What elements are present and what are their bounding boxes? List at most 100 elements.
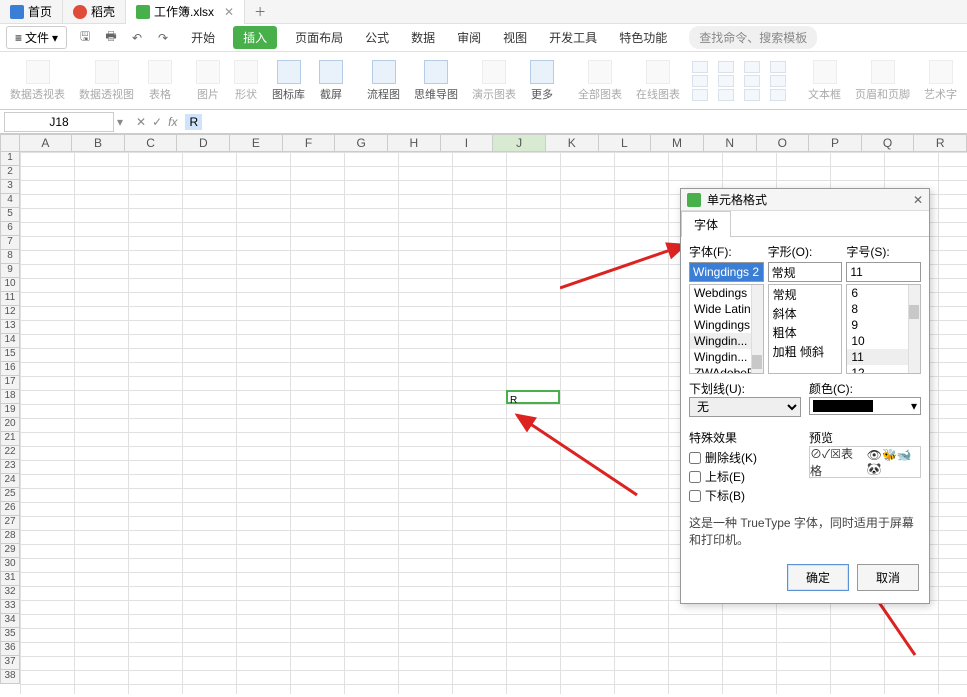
rib-flowchart[interactable]: 流程图	[361, 60, 406, 102]
rib-header-footer[interactable]: 页眉和页脚	[849, 60, 916, 102]
row-header-9[interactable]: 9	[0, 264, 20, 278]
cancel-button[interactable]: 取消	[857, 564, 919, 591]
rib-textbox[interactable]: 文本框	[802, 60, 847, 102]
col-header-I[interactable]: I	[441, 134, 494, 152]
rib-picture[interactable]: 图片	[190, 60, 226, 102]
row-header-30[interactable]: 30	[0, 558, 20, 572]
cancel-entry-icon[interactable]: ✕	[136, 115, 146, 129]
row-header-29[interactable]: 29	[0, 544, 20, 558]
row-header-17[interactable]: 17	[0, 376, 20, 390]
row-header-2[interactable]: 2	[0, 166, 20, 180]
redo-icon[interactable]: ↷	[155, 30, 171, 46]
size-listbox[interactable]: 6 8 9 10 11 12	[846, 284, 921, 374]
row-header-10[interactable]: 10	[0, 278, 20, 292]
row-header-18[interactable]: 18	[0, 390, 20, 404]
col-header-B[interactable]: B	[72, 134, 125, 152]
dialog-close-button[interactable]: ✕	[913, 193, 923, 207]
rib-online-charts[interactable]: 在线图表	[630, 60, 686, 102]
row-header-34[interactable]: 34	[0, 614, 20, 628]
row-header-1[interactable]: 1	[0, 152, 20, 166]
col-header-Q[interactable]: Q	[862, 134, 915, 152]
rib-shapes[interactable]: 形状	[228, 60, 264, 102]
row-header-5[interactable]: 5	[0, 208, 20, 222]
col-header-C[interactable]: C	[125, 134, 178, 152]
color-select[interactable]: ▾	[809, 397, 921, 415]
rib-chart-types-2[interactable]	[714, 61, 738, 101]
row-header-35[interactable]: 35	[0, 628, 20, 642]
menu-data[interactable]: 数据	[407, 26, 439, 49]
col-header-D[interactable]: D	[177, 134, 230, 152]
rib-all-charts[interactable]: 全部图表	[572, 60, 628, 102]
row-header-25[interactable]: 25	[0, 488, 20, 502]
row-header-37[interactable]: 37	[0, 656, 20, 670]
rib-mindmap[interactable]: 思维导图	[408, 60, 464, 102]
row-header-23[interactable]: 23	[0, 460, 20, 474]
undo-icon[interactable]: ↶	[129, 30, 145, 46]
row-header-28[interactable]: 28	[0, 530, 20, 544]
col-header-A[interactable]: A	[20, 134, 73, 152]
name-box-dropdown[interactable]: ▾	[114, 115, 126, 129]
superscript-checkbox[interactable]	[689, 471, 701, 483]
rib-icons[interactable]: 图标库	[266, 60, 311, 102]
col-header-H[interactable]: H	[388, 134, 441, 152]
col-header-M[interactable]: M	[651, 134, 704, 152]
menu-review[interactable]: 审阅	[453, 26, 485, 49]
row-header-16[interactable]: 16	[0, 362, 20, 376]
row-header-27[interactable]: 27	[0, 516, 20, 530]
rib-present[interactable]: 演示图表	[466, 60, 522, 102]
close-icon[interactable]: ✕	[224, 5, 234, 19]
rib-screenshot[interactable]: 截屏	[313, 60, 349, 102]
file-menu[interactable]: ≡ 文件 ▾	[6, 26, 67, 49]
col-header-F[interactable]: F	[283, 134, 336, 152]
formula-bar[interactable]: R	[185, 114, 202, 130]
add-tab-button[interactable]: ＋	[245, 3, 275, 20]
row-header-7[interactable]: 7	[0, 236, 20, 250]
rib-pivot-chart[interactable]: 数据透视图	[73, 60, 140, 102]
rib-chart-types-3[interactable]	[740, 61, 764, 101]
menu-page-layout[interactable]: 页面布局	[291, 26, 347, 49]
strike-checkbox[interactable]	[689, 452, 701, 464]
row-header-4[interactable]: 4	[0, 194, 20, 208]
subscript-checkbox[interactable]	[689, 490, 701, 502]
size-input[interactable]	[846, 262, 921, 282]
row-header-20[interactable]: 20	[0, 418, 20, 432]
doc-tab-home[interactable]: 首页	[0, 0, 63, 24]
selected-cell[interactable]: R	[506, 390, 560, 404]
menu-view[interactable]: 视图	[499, 26, 531, 49]
col-header-L[interactable]: L	[599, 134, 652, 152]
row-header-13[interactable]: 13	[0, 320, 20, 334]
font-listbox[interactable]: Webdings Wide Latin Wingdings Wingdin...…	[689, 284, 764, 374]
row-header-11[interactable]: 11	[0, 292, 20, 306]
doc-tab-doc[interactable]: 稻壳	[63, 0, 126, 24]
name-box[interactable]: J18	[4, 112, 114, 132]
save-icon[interactable]: 🖫	[77, 30, 93, 46]
style-listbox[interactable]: 常规 斜体 粗体 加粗 倾斜	[768, 284, 843, 374]
col-header-G[interactable]: G	[335, 134, 388, 152]
tab-font[interactable]: 字体	[681, 211, 731, 237]
print-icon[interactable]: 🖶	[103, 30, 119, 46]
menu-insert[interactable]: 插入	[233, 26, 277, 49]
rib-chart-types-4[interactable]	[766, 61, 790, 101]
style-input[interactable]	[768, 262, 843, 282]
col-header-K[interactable]: K	[546, 134, 599, 152]
row-header-8[interactable]: 8	[0, 250, 20, 264]
menu-formula[interactable]: 公式	[361, 26, 393, 49]
row-header-36[interactable]: 36	[0, 642, 20, 656]
doc-tab-file[interactable]: 工作簿.xlsx✕	[126, 0, 245, 24]
col-header-J[interactable]: J	[493, 134, 546, 152]
col-header-N[interactable]: N	[704, 134, 757, 152]
rib-more[interactable]: 更多	[524, 60, 560, 102]
row-header-22[interactable]: 22	[0, 446, 20, 460]
col-header-R[interactable]: R	[914, 134, 967, 152]
row-header-14[interactable]: 14	[0, 334, 20, 348]
accept-entry-icon[interactable]: ✓	[152, 115, 162, 129]
rib-wordart[interactable]: 艺术字	[918, 60, 963, 102]
row-header-3[interactable]: 3	[0, 180, 20, 194]
row-header-21[interactable]: 21	[0, 432, 20, 446]
row-header-32[interactable]: 32	[0, 586, 20, 600]
row-header-6[interactable]: 6	[0, 222, 20, 236]
row-header-33[interactable]: 33	[0, 600, 20, 614]
col-header-P[interactable]: P	[809, 134, 862, 152]
row-header-31[interactable]: 31	[0, 572, 20, 586]
rib-pivot-table[interactable]: 数据透视表	[4, 60, 71, 102]
